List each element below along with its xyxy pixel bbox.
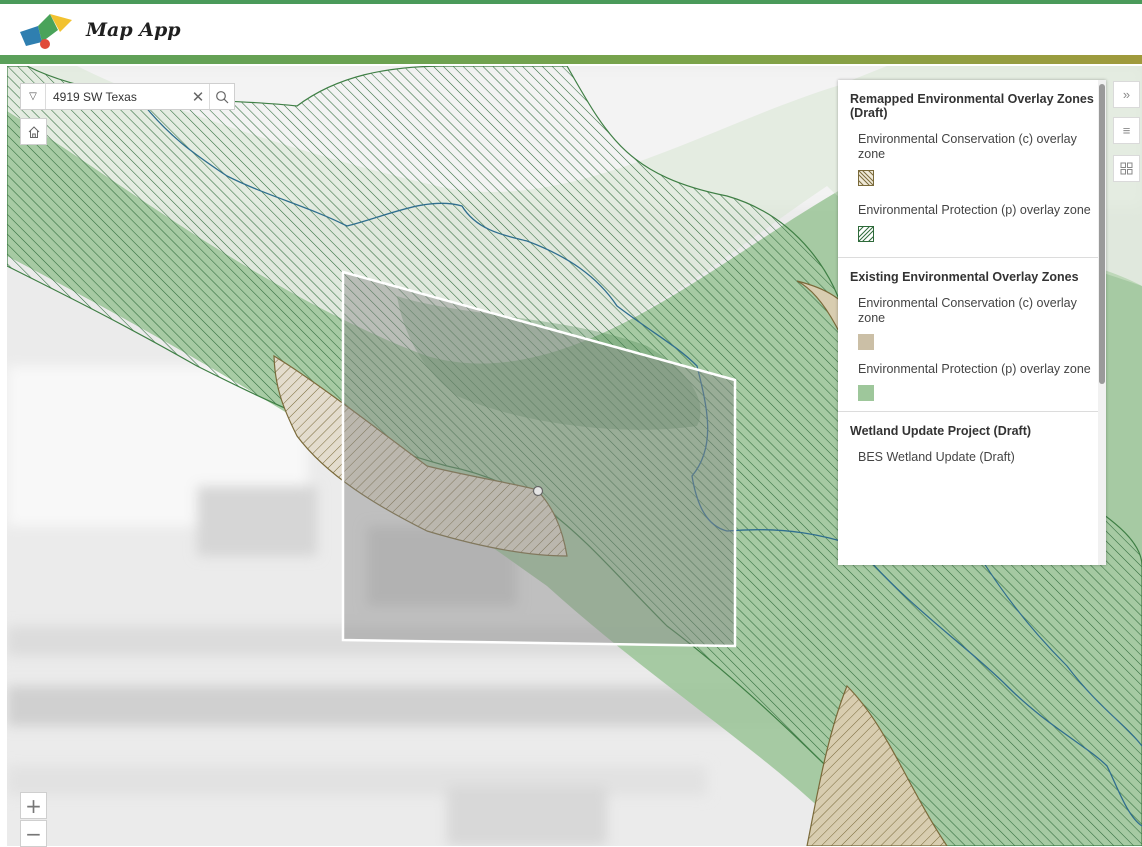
legend-item-label: Environmental Protection (p) overlay zon… [858,362,1091,376]
search-input[interactable]: 4919 SW Texas [46,90,187,104]
legend-item: Environmental Protection (p) overlay zon… [850,203,1096,247]
home-button[interactable] [20,118,47,145]
legend-section: Existing Environmental Overlay Zones Env… [838,258,1106,412]
search-button[interactable] [209,84,234,109]
legend-item-label: BES Wetland Update (Draft) [858,450,1015,464]
legend-item: Environmental Protection (p) overlay zon… [850,362,1096,401]
legend-item-label: Environmental Conservation (c) overlay z… [858,132,1077,161]
location-marker[interactable] [532,485,544,497]
legend-scrollbar-thumb[interactable] [1099,84,1105,384]
green-fill-swatch [858,385,874,401]
legend-heading: Wetland Update Project (Draft) [850,424,1032,438]
legend-item: BES Wetland Update (Draft) [850,450,1096,465]
legend-scrollbar[interactable] [1098,80,1106,565]
grid-icon [1120,162,1133,175]
list-icon: ≡ [1122,123,1131,138]
legend-list-button[interactable]: ≡ [1113,117,1140,144]
app-title: Map App [86,19,181,41]
legend-item: Environmental Conservation (c) overlay z… [850,296,1096,350]
collapse-panel-button[interactable]: » [1113,81,1140,108]
legend-panel[interactable]: Remapped Environmental Overlay Zones (Dr… [838,80,1106,565]
triangle-down-icon[interactable]: ▽ [21,84,46,109]
tan-fill-swatch [858,334,874,350]
search-widget[interactable]: ▽ 4919 SW Texas ✕ [20,83,235,110]
legend-heading: Existing Environmental Overlay Zones [850,270,1079,284]
legend-heading: Remapped Environmental Overlay Zones (Dr… [850,92,1094,120]
legend-section: Wetland Update Project (Draft) BES Wetla… [838,412,1106,475]
header-accent-bar [0,55,1142,64]
basemap-gallery-button[interactable] [1113,155,1140,182]
minus-icon: − [25,821,42,846]
app-logo [20,14,72,49]
home-icon [28,125,39,138]
hatch-green-swatch [857,225,875,243]
zoom-out-button[interactable]: − [20,820,47,847]
legend-item-label: Environmental Protection (p) overlay zon… [858,203,1091,217]
double-chevron-right-icon: » [1122,87,1131,102]
hatch-brown-swatch [857,169,875,187]
legend-item: Environmental Conservation (c) overlay z… [850,132,1096,191]
app-header: Map App [0,4,1142,54]
legend-section: Remapped Environmental Overlay Zones (Dr… [838,80,1106,258]
legend-item-label: Environmental Conservation (c) overlay z… [858,296,1077,325]
zoom-in-button[interactable]: + [20,792,47,819]
close-icon[interactable]: ✕ [187,88,209,106]
plus-icon: + [25,793,42,818]
search-icon [216,90,229,103]
